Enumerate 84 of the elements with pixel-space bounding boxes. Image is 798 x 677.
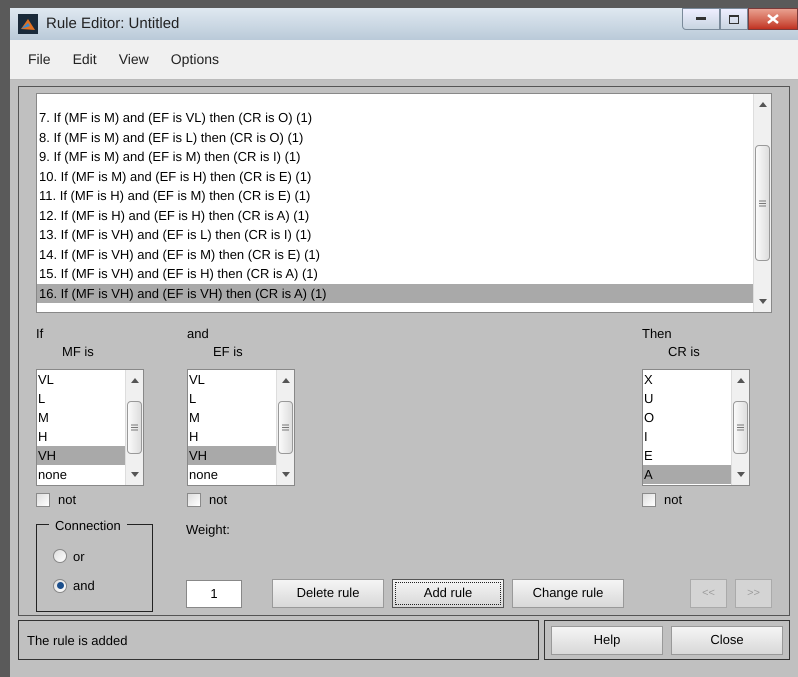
variable-label: MF is — [61, 343, 95, 361]
menu-item[interactable]: File — [28, 49, 51, 70]
radio-label: and — [73, 577, 95, 595]
checkbox[interactable] — [187, 492, 201, 507]
checkbox[interactable] — [36, 492, 50, 507]
footer-button[interactable]: Help — [551, 626, 663, 654]
rule-item[interactable]: 9. If (MF is M) and (EF is M) then (CR is I) (1) — [37, 147, 753, 166]
scroll-bar[interactable] — [753, 94, 771, 312]
maximize-icon — [729, 14, 739, 24]
rule-button[interactable]: Add rule — [392, 578, 504, 608]
scroll-down-icon[interactable] — [282, 472, 290, 477]
scroll-down-icon[interactable] — [758, 299, 766, 304]
rule-list[interactable] — [36, 93, 772, 313]
radio-label: or — [73, 548, 85, 566]
rule-item[interactable]: 7. If (MF is M) and (EF is VL) then (CR is O) (1) — [37, 108, 753, 128]
rule-item[interactable]: 14. If (MF is VH) and (EF is M) then (CR is E) (1) — [37, 244, 753, 264]
list-item[interactable]: I — [643, 427, 731, 446]
scroll-bar[interactable] — [731, 370, 749, 485]
list-item[interactable]: L — [37, 389, 125, 408]
rule-item[interactable]: 10. If (MF is M) and (EF is H) then (CR is E) (1) — [37, 166, 753, 186]
membership-list[interactable]: X U O I E A — [642, 369, 750, 486]
membership-list[interactable]: VL L M H VH none — [187, 369, 295, 486]
weight-label: Weight: — [186, 520, 231, 539]
scroll-down-icon[interactable] — [736, 472, 744, 477]
list-item[interactable]: none — [37, 465, 125, 484]
rule-button[interactable]: Delete rule — [272, 578, 384, 608]
menu-item[interactable]: View — [118, 49, 149, 70]
list-item[interactable]: VL — [37, 370, 125, 389]
list-item[interactable]: VH — [37, 446, 125, 465]
rule-item[interactable]: 11. If (MF is H) and (EF is M) then (CR is E) (1) — [37, 186, 753, 206]
window-title: Rule Editor: Untitled — [46, 14, 180, 34]
scroll-up-icon[interactable] — [758, 102, 766, 107]
close-button[interactable] — [748, 8, 798, 30]
minimize-icon — [696, 17, 706, 21]
menu-item[interactable]: Edit — [72, 49, 97, 70]
list-item[interactable]: U — [643, 389, 731, 408]
rule-button[interactable]: Change rule — [512, 578, 624, 608]
minimize-button[interactable] — [682, 8, 720, 30]
list-item[interactable]: L — [188, 389, 276, 408]
variable-label: CR is — [667, 343, 701, 361]
list-item[interactable]: A — [643, 465, 731, 484]
footer-button[interactable]: Close — [671, 626, 783, 654]
scroll-grip-icon — [737, 424, 744, 431]
menu-item[interactable]: Options — [170, 49, 220, 70]
list-item[interactable]: E — [643, 446, 731, 465]
rule-item[interactable]: 12. If (MF is H) and (EF is H) then (CR is A) (1) — [37, 206, 753, 225]
list-item[interactable]: M — [188, 408, 276, 427]
maximize-button[interactable] — [720, 8, 748, 30]
list-item[interactable]: VH — [188, 446, 276, 465]
not-label: not — [209, 491, 228, 509]
radio-button[interactable] — [53, 549, 67, 564]
status-text: The rule is added — [27, 633, 128, 648]
list-item[interactable]: H — [188, 427, 276, 446]
clause-label: and — [187, 325, 210, 343]
app-logo-icon — [18, 14, 38, 34]
scroll-grip-icon — [131, 424, 138, 431]
rule-item[interactable]: 15. If (MF is VH) and (EF is H) then (CR is A) (1) — [37, 264, 753, 284]
variable-label: EF is — [212, 343, 244, 361]
scroll-down-icon[interactable] — [130, 472, 138, 477]
list-item[interactable]: H — [37, 427, 125, 446]
scroll-bar[interactable] — [125, 370, 143, 485]
membership-list[interactable]: VL L M H VH none — [36, 369, 144, 486]
not-label: not — [664, 491, 682, 509]
clause-label: Then — [642, 325, 673, 343]
scroll-up-icon[interactable] — [282, 378, 290, 383]
list-item[interactable]: none — [188, 465, 276, 484]
list-item[interactable]: VL — [188, 370, 276, 389]
scroll-bar[interactable] — [276, 370, 294, 485]
not-label: not — [58, 491, 76, 509]
list-item[interactable]: M — [37, 408, 125, 427]
rule-item[interactable]: 13. If (MF is VH) and (EF is L) then (CR is I) (1) — [37, 225, 753, 244]
scroll-up-icon[interactable] — [130, 378, 138, 383]
list-item[interactable]: X — [643, 370, 731, 389]
close-icon — [767, 14, 779, 24]
scroll-grip-icon — [759, 200, 766, 206]
clause-label: If — [36, 325, 44, 343]
weight-field[interactable]: 1 — [186, 580, 242, 608]
rule-item[interactable]: 8. If (MF is M) and (EF is L) then (CR is O) (1) — [37, 128, 753, 147]
radio-button[interactable] — [53, 578, 67, 593]
scroll-grip-icon — [282, 424, 289, 431]
scroll-up-icon[interactable] — [736, 378, 744, 383]
checkbox[interactable] — [642, 492, 656, 507]
list-item[interactable]: O — [643, 408, 731, 427]
rule-item[interactable]: 16. If (MF is VH) and (EF is VH) then (CR is A) (1) — [37, 284, 753, 303]
